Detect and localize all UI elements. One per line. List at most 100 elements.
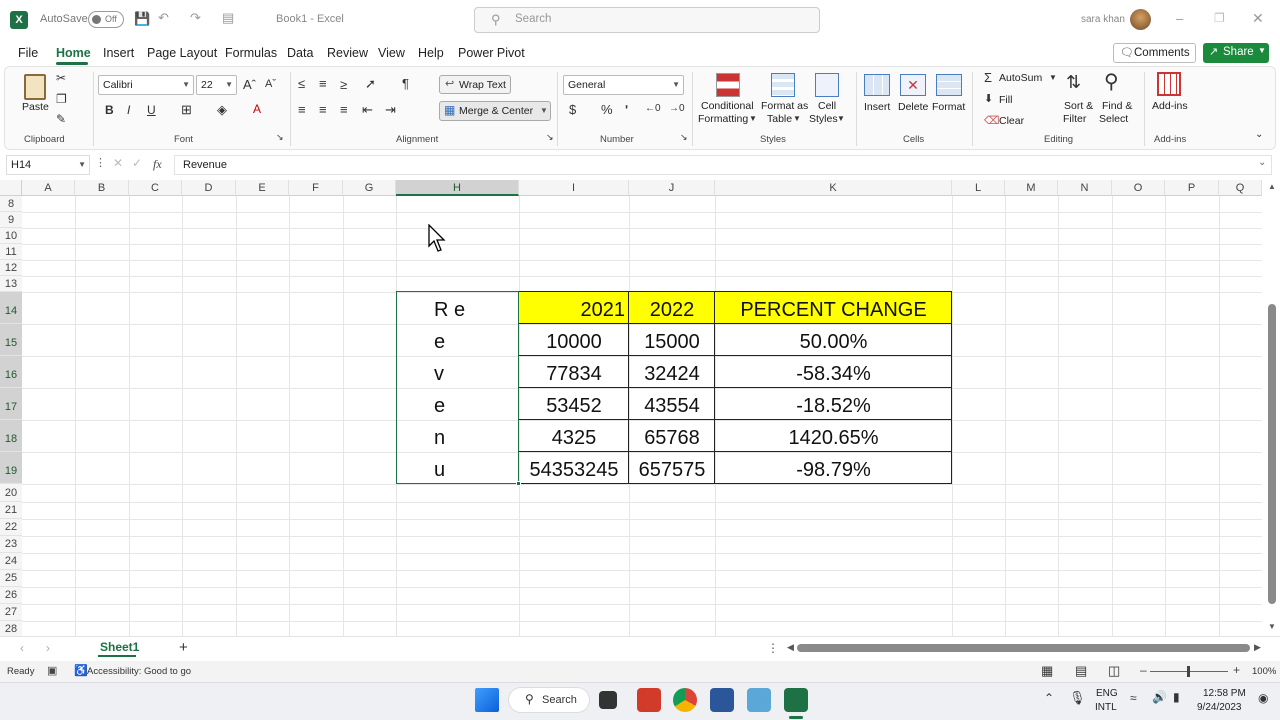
menu-view[interactable]: View — [378, 46, 405, 60]
column-header[interactable]: D — [182, 180, 236, 196]
row-header[interactable]: 26 — [0, 587, 22, 604]
orientation-icon[interactable]: ➚ — [365, 76, 376, 92]
autosave-toggle[interactable]: Off — [88, 11, 124, 28]
column-header[interactable]: C — [129, 180, 182, 196]
word-icon[interactable] — [710, 688, 734, 712]
italic-icon[interactable]: I — [127, 103, 130, 117]
clipchamp-icon[interactable] — [637, 688, 661, 712]
copy-icon[interactable]: ❐ — [56, 92, 67, 106]
column-header[interactable]: M — [1005, 180, 1058, 196]
clock-time[interactable]: 12:58 PM — [1203, 688, 1246, 699]
row-header[interactable]: 16 — [0, 356, 22, 388]
number-format-select[interactable]: General ▼ — [563, 75, 684, 95]
column-header[interactable]: E — [236, 180, 289, 196]
sort-filter-label-2[interactable]: Filter — [1063, 113, 1086, 126]
column-header[interactable]: H — [396, 180, 519, 196]
conditional-formatting-icon[interactable] — [716, 73, 740, 97]
menu-power-pivot[interactable]: Power Pivot — [458, 46, 525, 60]
menu-review[interactable]: Review — [327, 46, 368, 60]
volume-icon[interactable]: 🔊 — [1152, 690, 1167, 704]
row-header[interactable]: 28 — [0, 621, 22, 636]
autosum-label[interactable]: AutoSum — [999, 72, 1042, 85]
page-break-view-icon[interactable]: ◫ — [1108, 663, 1120, 679]
column-header[interactable]: N — [1058, 180, 1112, 196]
scroll-down-icon[interactable]: ▼ — [1268, 622, 1276, 631]
sheet-tab-sheet1[interactable]: Sheet1 — [94, 637, 140, 659]
insert-cells-label[interactable]: Insert — [864, 101, 890, 114]
vertical-scroll-thumb[interactable] — [1268, 304, 1276, 604]
bottom-align-icon[interactable]: ≥ — [340, 77, 347, 92]
column-header[interactable]: K — [715, 180, 952, 196]
percent-icon[interactable]: % — [601, 102, 613, 117]
show-hidden-icons-icon[interactable]: ⌃ — [1044, 691, 1054, 705]
autosum-icon[interactable]: Σ — [984, 70, 992, 85]
row-header[interactable]: 17 — [0, 388, 22, 420]
language-line1[interactable]: ENG — [1096, 688, 1118, 699]
fill-icon[interactable]: ⬇ — [984, 92, 993, 105]
decrease-font-icon[interactable]: Aˇ — [265, 78, 276, 90]
number-dialog-launcher-icon[interactable]: ↘ — [680, 132, 688, 143]
wifi-icon[interactable]: ≈ — [1130, 691, 1137, 705]
merge-center-button[interactable]: ▦ Merge & Center ▼ — [439, 101, 551, 121]
macro-record-icon[interactable]: ▣ — [47, 664, 57, 677]
next-sheet-icon[interactable]: › — [46, 641, 50, 655]
insert-function-icon[interactable]: fx — [153, 157, 162, 172]
format-cells-icon[interactable] — [936, 74, 962, 96]
font-dialog-launcher-icon[interactable]: ↘ — [276, 132, 284, 143]
text-direction-icon[interactable]: ¶ — [402, 76, 409, 91]
row-header[interactable]: 14 — [0, 292, 22, 324]
format-painter-icon[interactable]: ✎ — [56, 112, 66, 126]
row-header[interactable]: 24 — [0, 553, 22, 570]
zoom-level[interactable]: 100% — [1252, 666, 1276, 677]
close-icon[interactable]: ✕ — [1252, 10, 1264, 27]
find-select-label-2[interactable]: Select — [1099, 113, 1128, 126]
column-header[interactable]: L — [952, 180, 1005, 196]
fill-label[interactable]: Fill — [999, 94, 1012, 107]
row-header[interactable]: 20 — [0, 484, 22, 502]
accessibility-icon[interactable]: ♿ — [74, 664, 88, 677]
column-header[interactable]: G — [343, 180, 396, 196]
format-as-table-label-1[interactable]: Format as — [761, 100, 808, 113]
add-ins-icon[interactable] — [1157, 72, 1181, 96]
vertical-scrollbar[interactable]: ▲ ▼ — [1264, 180, 1280, 636]
scroll-left-icon[interactable]: ◀ — [787, 642, 794, 653]
search-box[interactable]: ⚲ Search — [474, 7, 820, 33]
share-button[interactable]: ↗ Share ▼ — [1203, 43, 1269, 63]
cut-icon[interactable]: ✂ — [56, 71, 66, 85]
delete-cells-label[interactable]: Delete — [898, 101, 928, 114]
column-header[interactable]: B — [75, 180, 129, 196]
format-as-table-label-2[interactable]: Table — [767, 113, 792, 126]
menu-home[interactable]: Home — [56, 46, 91, 60]
top-align-icon[interactable]: ≤ — [298, 76, 305, 91]
cancel-entry-icon[interactable]: ✕ — [113, 156, 123, 170]
column-header[interactable]: F — [289, 180, 343, 196]
task-view-icon[interactable] — [599, 691, 617, 709]
column-header[interactable]: O — [1112, 180, 1165, 196]
cell-styles-label-1[interactable]: Cell — [818, 100, 836, 113]
normal-view-icon[interactable]: ▦ — [1041, 663, 1053, 679]
comments-button[interactable]: 🗨 Comments — [1113, 43, 1196, 63]
find-select-icon[interactable]: ⚲ — [1104, 69, 1119, 94]
column-header[interactable]: Q — [1219, 180, 1262, 196]
insert-cells-icon[interactable] — [864, 74, 890, 96]
zoom-slider-thumb[interactable] — [1187, 666, 1190, 677]
align-center-icon[interactable]: ≡ — [319, 102, 327, 117]
menu-file[interactable]: File — [18, 46, 38, 60]
confirm-entry-icon[interactable]: ✓ — [132, 156, 142, 170]
undo-icon[interactable]: ↶ — [158, 10, 169, 26]
conditional-formatting-label-1[interactable]: Conditional — [701, 100, 754, 113]
alignment-dialog-launcher-icon[interactable]: ↘ — [546, 132, 554, 143]
row-header[interactable]: 8 — [0, 196, 22, 212]
column-header[interactable]: A — [22, 180, 75, 196]
delete-cells-icon[interactable]: ✕ — [900, 74, 926, 96]
language-line2[interactable]: INTL — [1095, 702, 1117, 713]
increase-indent-icon[interactable]: ⇥ — [385, 102, 396, 118]
menu-page-layout[interactable]: Page Layout — [147, 46, 217, 60]
font-size-select[interactable]: 22 ▼ — [196, 75, 237, 95]
row-header[interactable]: 22 — [0, 519, 22, 536]
menu-formulas[interactable]: Formulas — [225, 46, 277, 60]
column-header[interactable]: I — [519, 180, 629, 196]
windows-start-icon[interactable] — [475, 688, 499, 712]
row-header[interactable]: 25 — [0, 570, 22, 587]
scroll-up-icon[interactable]: ▲ — [1268, 182, 1276, 191]
